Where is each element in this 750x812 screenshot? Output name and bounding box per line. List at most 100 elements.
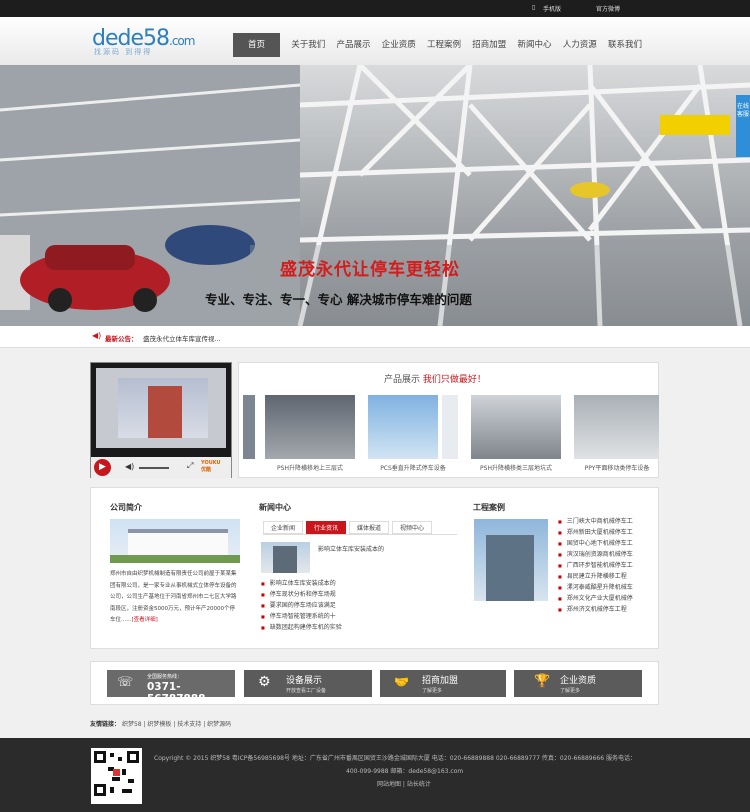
case-item[interactable]: 县民建立升降横移工程 <box>558 571 660 582</box>
case-item[interactable]: 郑州新田大厦机械停车工 <box>558 527 660 538</box>
product-caption-2[interactable]: PCS垂直升降式停车设备 <box>368 463 458 472</box>
video-frame <box>96 368 226 448</box>
case-item[interactable]: 国贸中心地下机械停车工 <box>558 538 660 549</box>
case-item[interactable]: 滨汉瑞创资源商机械停车 <box>558 549 660 560</box>
company-intro-text: 郑州市自由织梦机械制造有限责任公司前屋于某某集团有限公司，是一家专业从事机械式立… <box>110 571 237 623</box>
product-thumb-4[interactable] <box>574 395 659 459</box>
product-caption-3[interactable]: PSH升降横移类三层地坑式 <box>471 463 561 472</box>
content-panel: 公司简介 郑州市自由织梦机械制造有限责任公司前屋于某某集团有限公司，是一家专业从… <box>90 487 659 649</box>
news-tabs: 企业新闻 行业资讯 媒体报道 视频中心 <box>263 521 457 535</box>
company-title: 公司简介 <box>110 503 142 512</box>
news-item[interactable]: 要求国的停车场应该满足 <box>261 600 441 611</box>
company-intro: 郑州市自由织梦机械制造有限责任公司前屋于某某集团有限公司，是一家专业从事机械式立… <box>110 569 240 627</box>
news-list: 影响立体车库安装成本的 停车现状分析和停车场规 要求国的停车场应该满足 停车场智… <box>261 578 441 633</box>
phone-icon: ☏ <box>117 675 134 690</box>
notice-link[interactable]: 盛茂永代立体车库宣传视... <box>143 333 221 343</box>
news-item[interactable]: 缺数团起构建停车机的实验 <box>261 622 441 633</box>
video-controls: ▶ ◀) ⤢ YOUKU 优酷 <box>91 457 231 478</box>
footer-copyright: Copyright © 2015 织梦58 粤ICP备56985698号 地址：… <box>154 755 636 762</box>
logo-slogan: 找源码 到得得 <box>94 48 153 56</box>
product-thumb-2b <box>442 395 458 459</box>
notice-label: 最新公告： <box>105 335 138 343</box>
nav-franchise[interactable]: 招商加盟 <box>472 33 506 57</box>
products-slogan: 我们只做最好！ <box>422 375 486 385</box>
friend-links: 友情链接： 织梦58 | 织梦模板 | 技术支持 | 织梦源码 <box>90 721 232 728</box>
equipment-button[interactable]: ⚙ 设备展示 开放查看工厂设备 <box>244 670 372 697</box>
services-bar: ☏ 全国服务热线： 0371-56787888 ⚙ 设备展示 开放查看工厂设备 … <box>90 661 659 705</box>
footer-info: Copyright © 2015 织梦58 粤ICP备56985698号 地址：… <box>154 752 664 791</box>
nav-hr[interactable]: 人力资源 <box>563 33 597 57</box>
friend-links-label: 友情链接： <box>90 721 121 728</box>
nav-home[interactable]: 首页 <box>233 33 281 57</box>
company-photo <box>110 519 240 563</box>
qualification-button[interactable]: 🏆 企业资质 了解更多 <box>514 670 642 697</box>
products-title: 产品展示 我们只做最好！ <box>384 372 486 385</box>
case-item[interactable]: 三门峡大中商机械停车工 <box>558 516 660 527</box>
product-thumb-2[interactable] <box>368 395 438 459</box>
handshake-icon: 🤝 <box>394 675 409 689</box>
mobile-icon: ▯ <box>532 4 536 11</box>
banner-subline: 专业、专注、专一、专心 解决城市停车难的问题 <box>205 292 472 307</box>
product-caption-4[interactable]: PPY平面移动类停车设备 <box>572 463 662 472</box>
product-thumb-partial[interactable] <box>243 395 255 459</box>
mobile-link[interactable]: 手机版 <box>543 4 561 13</box>
product-caption-1[interactable]: PSH升降横移地上三层式 <box>265 463 355 472</box>
case-item[interactable]: 漯河泰威酷星升降机械车 <box>558 582 660 593</box>
news-item[interactable]: 停车现状分析和停车场规 <box>261 589 441 600</box>
product-thumb-3[interactable] <box>471 395 561 459</box>
company-more-link[interactable]: [查看详细] <box>132 617 158 623</box>
friend-link[interactable]: 织梦58 <box>122 721 142 728</box>
news-title: 新闻中心 <box>259 503 291 512</box>
cases-title: 工程案例 <box>473 503 505 512</box>
notice-bar: ◀) 最新公告： 盛茂永代立体车库宣传视... <box>0 326 750 348</box>
news-featured-photo[interactable] <box>261 542 310 573</box>
friend-link[interactable]: 技术支持 <box>177 721 201 728</box>
logo-domain: .com <box>169 34 195 48</box>
banner-headline: 盛茂永代让停车更轻松 <box>280 260 460 280</box>
hero-banner[interactable]: 盛茂永代让停车更轻松 专业、专注、专一、专心 解决城市停车难的问题 <box>0 65 750 326</box>
nav-qualification[interactable]: 企业资质 <box>382 33 416 57</box>
news-item[interactable]: 停车场智能管理系统的十 <box>261 611 441 622</box>
nav-about[interactable]: 关于我们 <box>291 33 325 57</box>
friend-link[interactable]: 织梦源码 <box>207 721 231 728</box>
trophy-icon: 🏆 <box>534 674 551 689</box>
footer-links[interactable]: 网站地图 | 站长统计 <box>154 778 664 791</box>
tab-media[interactable]: 媒体报道 <box>349 521 390 534</box>
tab-company-news[interactable]: 企业新闻 <box>263 521 304 534</box>
nav-cases[interactable]: 工程案例 <box>427 33 461 57</box>
footer: Copyright © 2015 织梦58 粤ICP备56985698号 地址：… <box>0 738 750 812</box>
play-icon[interactable]: ▶ <box>94 459 111 476</box>
tab-industry-news[interactable]: 行业资讯 <box>306 521 347 534</box>
tab-video[interactable]: 视频中心 <box>392 521 433 534</box>
hotline-button[interactable]: ☏ 全国服务热线： 0371-56787888 <box>107 670 235 705</box>
hotline-label: 全国服务热线： <box>147 674 183 680</box>
parking-garage-photo <box>0 65 750 326</box>
nav-news[interactable]: 新闻中心 <box>518 33 552 57</box>
footer-contact: 400-099-9988 邮箱：dede58@163.com <box>346 768 464 775</box>
franchise-button[interactable]: 🤝 招商加盟 了解更多 <box>380 670 506 697</box>
franchise-sub: 了解更多 <box>422 688 443 694</box>
volume-slider[interactable] <box>139 467 169 469</box>
product-thumb-1[interactable] <box>265 395 355 459</box>
qualification-sub: 了解更多 <box>560 688 581 694</box>
qr-code <box>91 748 142 804</box>
weibo-link[interactable]: 官方微博 <box>596 4 620 13</box>
news-item[interactable]: 影响立体车库安装成本的 <box>261 578 441 589</box>
case-item[interactable]: 郑州文化产业大厦机械停 <box>558 593 660 604</box>
speaker-icon: ◀) <box>92 331 102 340</box>
volume-icon[interactable]: ◀) <box>125 462 134 471</box>
products-title-text: 产品展示 <box>384 375 421 385</box>
case-item[interactable]: 广西环步智能机械停车工 <box>558 560 660 571</box>
nav-products[interactable]: 产品展示 <box>337 33 371 57</box>
online-service-tab[interactable]: 在线客服 <box>736 95 750 157</box>
nav-contact[interactable]: 联系我们 <box>608 33 642 57</box>
fullscreen-icon[interactable]: ⤢ <box>187 461 193 471</box>
video-player[interactable]: ▶ ◀) ⤢ YOUKU 优酷 <box>90 362 232 478</box>
qr-code-image <box>94 751 139 796</box>
case-photo[interactable] <box>474 519 548 601</box>
gear-icon: ⚙ <box>258 674 271 690</box>
friend-link[interactable]: 织梦模板 <box>147 721 171 728</box>
case-item[interactable]: 郑州济文机械停车工程 <box>558 604 660 615</box>
cases-list: 三门峡大中商机械停车工 郑州新田大厦机械停车工 国贸中心地下机械停车工 滨汉瑞创… <box>558 516 660 615</box>
news-featured-title[interactable]: 影响立体车库安装成本的 <box>318 544 384 553</box>
